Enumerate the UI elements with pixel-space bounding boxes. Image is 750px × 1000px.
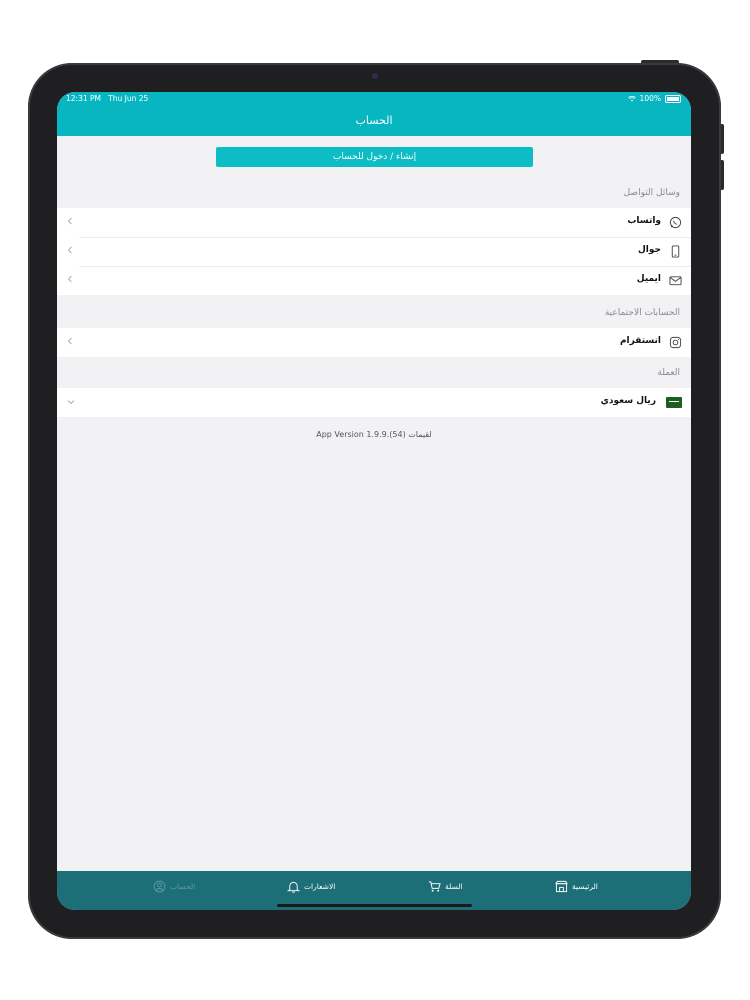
saudi-flag-icon xyxy=(666,397,682,408)
tab-notifications[interactable]: الاشعارات xyxy=(287,880,335,893)
email-label: ايميل xyxy=(636,274,661,284)
app-screen: 12:31 PM Thu Jun 25 100% الحساب إنشاء / … xyxy=(57,92,691,910)
contact-row-email[interactable]: ايميل xyxy=(57,266,691,295)
contact-row-whatsapp[interactable]: واتساب xyxy=(57,208,691,237)
tab-cart[interactable]: السلة xyxy=(428,880,463,893)
currency-selector[interactable]: ريال سعودي xyxy=(57,388,691,417)
whatsapp-icon xyxy=(669,216,682,229)
app-version: App Version 1.9.9.(54) لقيمات xyxy=(316,430,432,439)
tab-account[interactable]: الحساب xyxy=(153,880,195,893)
status-bar-left: 12:31 PM Thu Jun 25 xyxy=(66,94,148,103)
wifi-icon xyxy=(627,95,636,102)
battery-icon xyxy=(665,94,681,103)
email-icon xyxy=(669,276,682,286)
social-row-instagram[interactable]: انستقرام xyxy=(57,328,691,357)
store-icon xyxy=(555,880,568,893)
status-time: 12:31 PM xyxy=(66,94,101,103)
home-indicator xyxy=(277,904,472,907)
battery-percent: 100% xyxy=(639,94,661,103)
account-icon xyxy=(153,880,166,893)
mobile-phone-icon xyxy=(671,245,680,258)
chevron-left-icon xyxy=(67,275,72,283)
contact-section-title: وسائل التواصل xyxy=(623,188,680,198)
app-header: 12:31 PM Thu Jun 25 100% الحساب xyxy=(57,92,691,136)
chevron-left-icon xyxy=(67,217,72,225)
currency-section-title: العملة xyxy=(657,368,680,378)
login-register-button[interactable]: إنشاء / دخول للحساب xyxy=(216,147,533,167)
instagram-label: انستقرام xyxy=(619,336,661,346)
currency-group: ريال سعودي xyxy=(57,388,691,417)
tab-notifications-label: الاشعارات xyxy=(304,882,336,891)
mobile-label: جوال xyxy=(637,245,661,255)
page-title: الحساب xyxy=(355,114,393,127)
social-section-title: الحسابات الاجتماعية xyxy=(604,308,680,318)
contact-group: واتساب جوال ايميل xyxy=(57,208,691,295)
chevron-down-icon xyxy=(67,400,75,405)
bell-icon xyxy=(287,881,300,893)
chevron-left-icon xyxy=(67,337,72,345)
bottom-tab-bar: الرئيسية السلة الاشعارات الحساب xyxy=(57,871,691,910)
front-camera xyxy=(372,73,378,79)
contact-row-mobile[interactable]: جوال xyxy=(57,237,691,266)
chevron-left-icon xyxy=(67,246,72,254)
tab-account-label: الحساب xyxy=(170,882,196,891)
social-group: انستقرام xyxy=(57,328,691,357)
currency-value: ريال سعودي xyxy=(600,396,656,406)
cart-icon xyxy=(428,881,441,892)
tab-home-label: الرئيسية xyxy=(572,882,598,891)
status-date: Thu Jun 25 xyxy=(108,94,149,103)
status-bar-right: 100% xyxy=(627,94,681,103)
tab-cart-label: السلة xyxy=(445,882,463,891)
whatsapp-label: واتساب xyxy=(627,216,661,226)
instagram-icon xyxy=(669,336,682,349)
tab-home[interactable]: الرئيسية xyxy=(555,880,598,893)
